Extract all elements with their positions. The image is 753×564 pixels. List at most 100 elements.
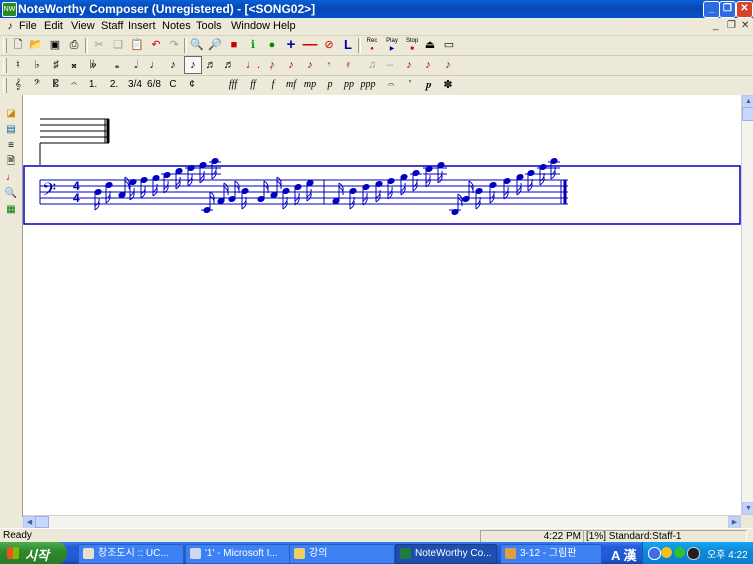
save-icon[interactable]: ▣ [47, 37, 63, 53]
close-button[interactable]: ✕ [736, 1, 753, 18]
taskbar-item[interactable]: 3-12 - 그림판 [500, 544, 602, 564]
note-tool-17-icon[interactable]: 𝄾 [321, 57, 337, 73]
dynamic-mf-button[interactable]: mf [283, 77, 299, 93]
dynamic-mp-button[interactable]: mp [302, 77, 318, 93]
symbol-tool-6-icon[interactable]: 2. [106, 77, 122, 93]
extra-tool-3-icon[interactable]: 𝆏 [421, 77, 437, 93]
paste-icon[interactable]: 📋 [129, 37, 145, 53]
vertical-scrollbar[interactable]: ▲ ▼ [741, 95, 753, 515]
stop-icon[interactable]: ■ [226, 37, 242, 53]
symbol-tool-1-icon[interactable]: 𝄞 [10, 77, 26, 93]
menu-edit[interactable]: Edit [44, 20, 63, 32]
metronome-icon[interactable]: ⏏ [422, 37, 438, 53]
symbol-tool-8-icon[interactable]: 6/8 [146, 77, 162, 93]
antivirus-icon[interactable] [674, 547, 685, 558]
extra-tool-2-icon[interactable]: ʼ [402, 77, 418, 93]
note-tool-22-icon[interactable]: ♪ [420, 57, 436, 73]
mdi-minimize-button[interactable]: _ [713, 20, 719, 31]
info-icon[interactable]: ℹ [245, 37, 261, 53]
note-tool-11-icon[interactable]: ♬ [203, 57, 219, 73]
grid-icon[interactable]: ▦ [3, 203, 19, 217]
cut-icon[interactable]: ✂ [91, 37, 107, 53]
note-icon[interactable]: ♩ [3, 171, 19, 185]
toolbar-grip[interactable] [3, 38, 7, 53]
note-tool-8-icon[interactable]: ♩ [147, 57, 163, 73]
symbol-tool-10-icon[interactable]: ¢ [184, 77, 200, 93]
mdi-close-button[interactable]: ✕ [741, 20, 749, 31]
toolbar-grip[interactable] [3, 78, 7, 93]
symbol-tool-7-icon[interactable]: 3/4 [127, 77, 143, 93]
extra-tool-4-icon[interactable]: ✽ [440, 77, 456, 93]
staff-icon[interactable]: ≡ [3, 139, 19, 153]
title-bar[interactable]: NW NoteWorthy Composer (Unregistered) - … [0, 0, 753, 18]
dynamic-p-button[interactable]: p [322, 77, 338, 93]
scroll-down-arrow[interactable]: ▼ [742, 502, 753, 515]
print-icon[interactable]: ⎙ [66, 37, 82, 53]
dynamic-ppp-button[interactable]: ppp [360, 77, 376, 93]
menu-insert[interactable]: Insert [128, 20, 156, 32]
keyboard-icon[interactable]: ▭ [440, 37, 458, 53]
horizontal-scrollbar[interactable]: ◀ ▶ [23, 515, 741, 529]
note-tool-20-icon[interactable]: – [382, 57, 398, 73]
minus-icon[interactable]: — [302, 37, 318, 53]
menu-tools[interactable]: Tools [196, 20, 222, 32]
undo-icon[interactable]: ↶ [148, 37, 164, 53]
language-bar[interactable]: A 漢 [611, 545, 637, 564]
open-icon[interactable]: 📂 [28, 37, 44, 53]
dynamic-ff-button[interactable]: ff [245, 77, 261, 93]
note-tool-2-icon[interactable]: ♭ [29, 57, 45, 73]
menu-file[interactable]: File [19, 20, 37, 32]
messenger-icon[interactable] [687, 547, 700, 560]
note-tool-9-icon[interactable]: ♪ [165, 57, 181, 73]
minimize-button[interactable]: _ [703, 1, 720, 18]
document-icon[interactable]: ♪ [2, 19, 18, 35]
note-tool-4-icon[interactable]: 𝄪 [66, 57, 82, 73]
note-tool-21-icon[interactable]: ♪ [401, 57, 417, 73]
note-tool-1-icon[interactable]: ♮ [10, 57, 26, 73]
new-icon[interactable]: 🗋 [10, 37, 26, 53]
globe-icon[interactable]: ● [264, 37, 280, 53]
security-icon[interactable] [661, 547, 672, 558]
clock[interactable]: 오후 4:22 [707, 546, 748, 561]
note-tool-23-icon[interactable]: ♪ [440, 57, 456, 73]
symbol-tool-9-icon[interactable]: C [165, 77, 181, 93]
menu-staff[interactable]: Staff [101, 20, 123, 32]
note-tool-6-icon[interactable]: 𝅝 [109, 57, 125, 73]
network-icon[interactable] [648, 547, 661, 560]
note-tool-18-icon[interactable]: 𝄿 [340, 57, 356, 73]
record-button[interactable]: Rec ● [363, 37, 381, 53]
symbol-tool-3-icon[interactable]: 𝄡 [48, 77, 64, 93]
dynamic-f-button[interactable]: f [265, 77, 281, 93]
book-icon[interactable]: ▤ [3, 123, 19, 137]
vertical-scroll-thumb[interactable] [742, 107, 753, 121]
copy-icon[interactable]: ❏ [110, 37, 126, 53]
menu-view[interactable]: View [71, 20, 95, 32]
taskbar-item[interactable]: 창조도시 :: UC... [78, 544, 184, 564]
start-button[interactable]: 시작 [0, 542, 67, 564]
note-tool-14-icon[interactable]: ♪̣ [264, 57, 280, 73]
letter-l-icon[interactable]: L [340, 37, 356, 53]
symbol-tool-5-icon[interactable]: 1. [85, 77, 101, 93]
note-tool-19-icon[interactable]: ♫ [364, 57, 380, 73]
note-tool-16-icon[interactable]: ♪ [302, 57, 318, 73]
zoom-in-icon[interactable]: 🔍 [189, 37, 205, 53]
note-tool-12-icon[interactable]: ♬ [221, 57, 237, 73]
play-button[interactable]: Play ▶ [383, 37, 401, 53]
taskbar-item[interactable]: NoteWorthy Co... [395, 544, 497, 564]
note-tool-3-icon[interactable]: ♯ [48, 57, 64, 73]
taskbar-item[interactable]: '1' - Microsoft I... [185, 544, 291, 564]
maximize-button[interactable]: ❐ [719, 1, 736, 18]
preview-icon[interactable]: 🗎 [3, 155, 19, 169]
taskbar-item[interactable]: 강의 [289, 544, 395, 564]
horizontal-scroll-thumb[interactable] [35, 516, 49, 528]
note-tool-10-icon[interactable]: ♪ [184, 56, 202, 74]
mdi-restore-button[interactable]: ❐ [727, 20, 736, 31]
menu-window[interactable]: Window [231, 20, 270, 32]
layers-icon[interactable]: ◪ [3, 107, 19, 121]
symbol-tool-2-icon[interactable]: 𝄢 [29, 77, 45, 93]
note-tool-15-icon[interactable]: ♪ [283, 57, 299, 73]
stop-button[interactable]: Stop ■ [403, 37, 421, 53]
dynamic-fff-button[interactable]: fff [225, 77, 241, 93]
extra-tool-1-icon[interactable]: 𝄐 [383, 77, 399, 93]
dynamic-pp-button[interactable]: pp [341, 77, 357, 93]
